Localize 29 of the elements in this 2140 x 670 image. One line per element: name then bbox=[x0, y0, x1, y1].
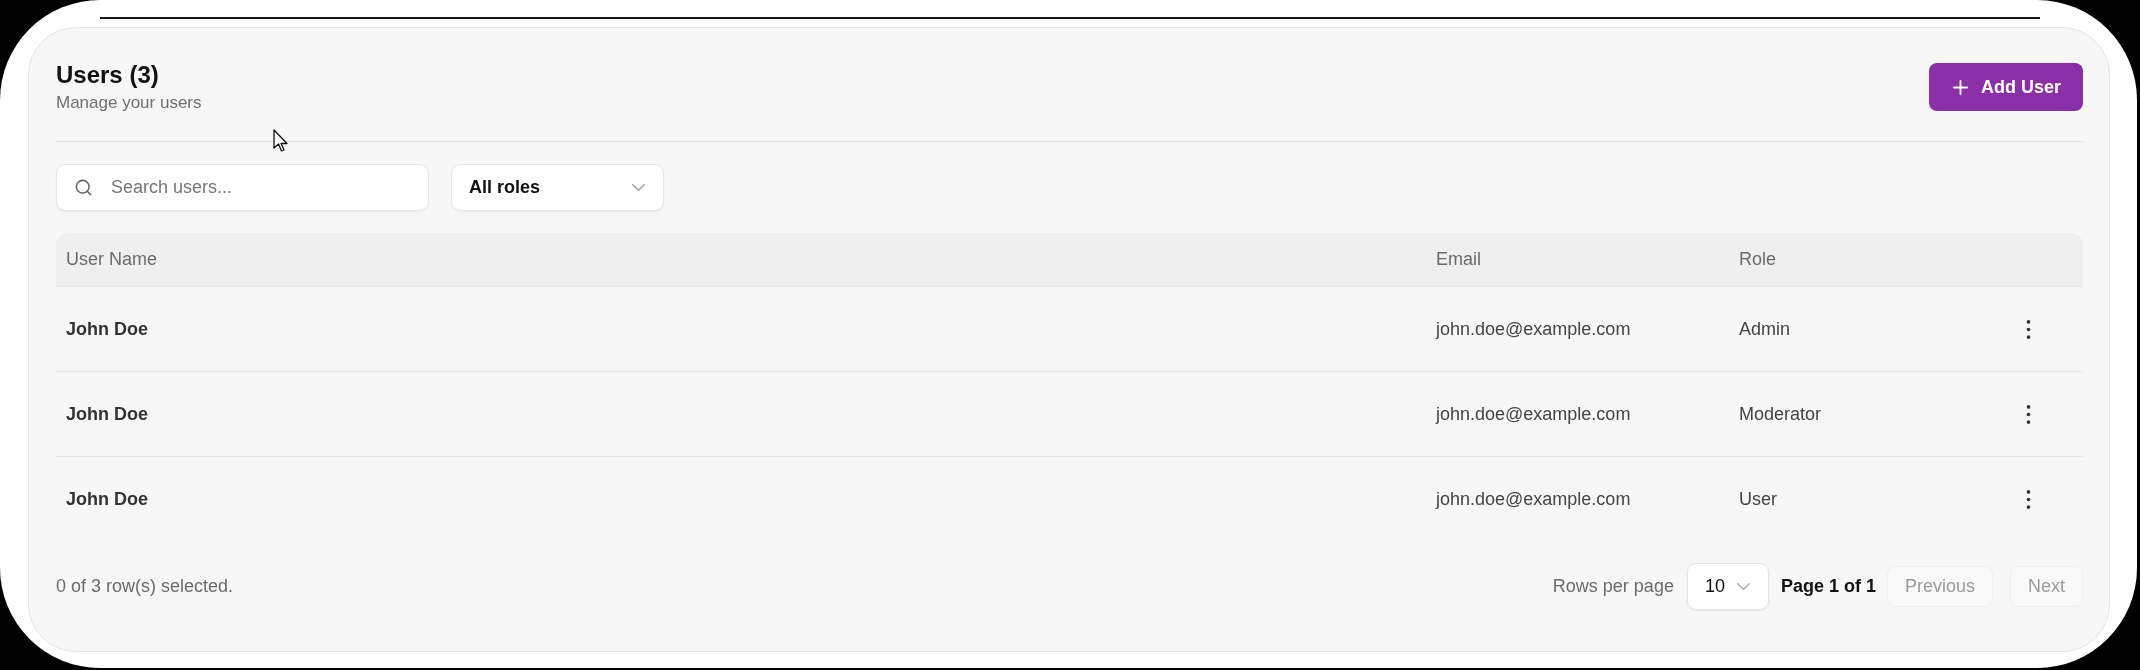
page-subtitle: Manage your users bbox=[56, 92, 202, 114]
plus-icon bbox=[1953, 79, 1968, 95]
role-select[interactable]: All roles bbox=[451, 164, 664, 211]
email-cell: john.doe@example.com bbox=[1436, 489, 1631, 510]
page-title: Users (3) bbox=[56, 60, 159, 90]
email-cell: john.doe@example.com bbox=[1436, 403, 1631, 425]
column-header: Role bbox=[1739, 249, 1777, 270]
more-options-icon[interactable] bbox=[2026, 319, 2031, 339]
selection-status: 0 of 3 row(s) selected. bbox=[56, 576, 234, 597]
search-icon bbox=[74, 178, 93, 197]
column-header: User Name bbox=[66, 249, 158, 270]
chevron-down-icon bbox=[632, 184, 645, 191]
column-header: Email bbox=[1436, 249, 1481, 270]
role-cell: User bbox=[1739, 489, 1777, 510]
role-cell: Moderator bbox=[1739, 403, 1822, 425]
add-user-button[interactable]: Add User bbox=[1929, 63, 2083, 111]
more-options-icon[interactable] bbox=[2026, 404, 2031, 424]
search-field[interactable]: Search users... bbox=[56, 164, 429, 211]
rows-per-page-label: Rows per page bbox=[1552, 576, 1674, 597]
user-name-cell: John Doe bbox=[66, 403, 148, 425]
more-options-icon[interactable] bbox=[2026, 490, 2031, 509]
user-name-cell: John Doe bbox=[66, 489, 148, 510]
user-name-cell: John Doe bbox=[66, 318, 148, 340]
role-cell: Admin bbox=[1739, 318, 1791, 340]
mouse-pointer-icon bbox=[273, 129, 289, 153]
chevron-down-icon bbox=[1736, 583, 1750, 590]
page-indicator: Page 1 of 1 bbox=[1780, 576, 1876, 597]
rows-per-page-select[interactable]: 10 bbox=[1686, 563, 1769, 610]
email-cell: john.doe@example.com bbox=[1436, 318, 1631, 340]
